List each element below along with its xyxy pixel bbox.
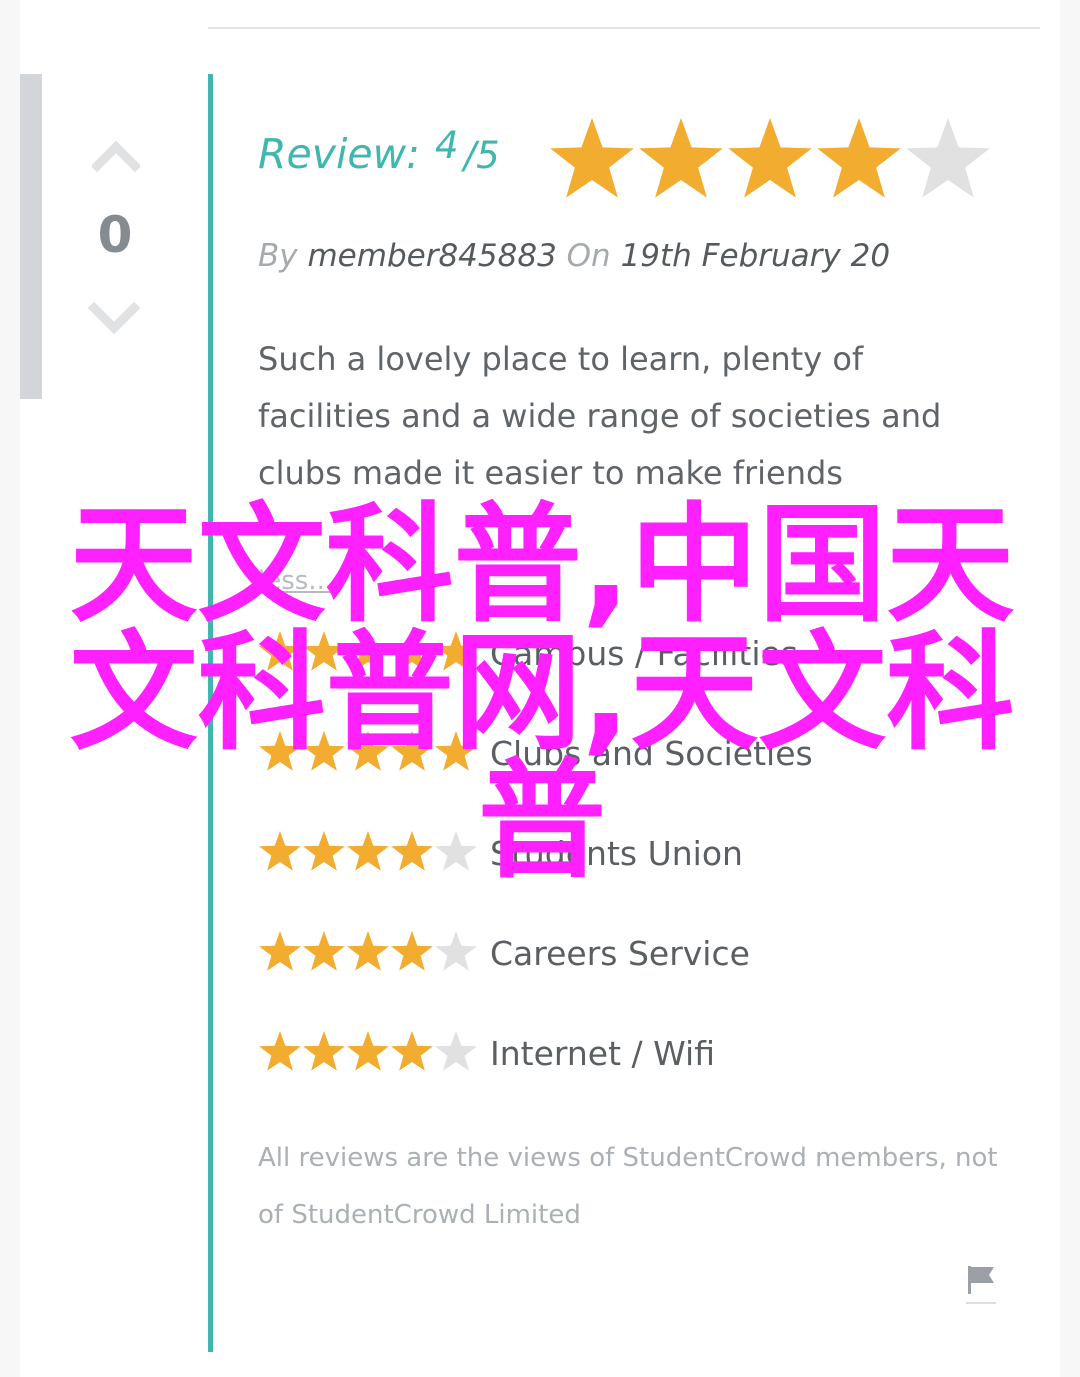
star-filled-icon	[347, 731, 389, 771]
category-label: Campus / Facilities	[490, 634, 798, 673]
overall-rating-stars	[550, 118, 990, 198]
category-rating-stars	[259, 931, 477, 971]
star-filled-icon	[347, 931, 389, 971]
star-filled-icon	[303, 731, 345, 771]
star-empty-icon	[435, 831, 477, 871]
star-filled-icon	[259, 731, 301, 771]
on-label: On	[566, 238, 611, 274]
star-filled-icon	[347, 631, 389, 671]
star-filled-icon	[303, 1031, 345, 1071]
review-score: 4	[435, 124, 459, 167]
star-filled-icon	[391, 931, 433, 971]
star-empty-icon	[906, 118, 990, 198]
star-filled-icon	[391, 631, 433, 671]
category-row: Careers Service	[258, 930, 958, 980]
category-label: Careers Service	[490, 934, 750, 973]
category-row: Campus / Facilities	[258, 630, 958, 680]
review-accent-line	[208, 74, 213, 1352]
star-filled-icon	[391, 831, 433, 871]
review-disclaimer: All reviews are the views of StudentCrow…	[258, 1143, 998, 1230]
review-author[interactable]: member845883	[307, 238, 556, 274]
star-filled-icon	[259, 1031, 301, 1071]
star-filled-icon	[435, 631, 477, 671]
review-label: Review:	[258, 130, 420, 178]
chevron-down-icon[interactable]	[88, 300, 140, 340]
chevron-up-icon[interactable]	[92, 138, 140, 174]
star-filled-icon	[259, 831, 301, 871]
star-filled-icon	[550, 118, 634, 198]
star-filled-icon	[347, 1031, 389, 1071]
star-filled-icon	[259, 631, 301, 671]
star-filled-icon	[391, 1031, 433, 1071]
star-filled-icon	[303, 931, 345, 971]
star-filled-icon	[817, 118, 901, 198]
category-row: Students Union	[258, 830, 958, 880]
category-rating-stars	[259, 631, 477, 671]
star-filled-icon	[347, 831, 389, 871]
vote-count: 0	[97, 206, 133, 264]
less-link[interactable]: less...	[258, 566, 333, 596]
category-row: Clubs and Societies	[258, 730, 958, 780]
category-label: Internet / Wifi	[490, 1034, 715, 1073]
category-label: Clubs and Societies	[490, 734, 813, 773]
category-rating-stars	[259, 1031, 477, 1071]
review-date: 19th February 20	[620, 238, 891, 274]
star-filled-icon	[639, 118, 723, 198]
star-empty-icon	[435, 931, 477, 971]
category-row: Internet / Wifi	[258, 1030, 958, 1080]
category-rating-stars	[259, 731, 477, 771]
category-rating-stars	[259, 831, 477, 871]
category-label: Students Union	[490, 834, 743, 873]
star-filled-icon	[259, 931, 301, 971]
by-label: By	[258, 238, 298, 274]
star-filled-icon	[435, 731, 477, 771]
star-filled-icon	[728, 118, 812, 198]
divider	[208, 27, 1040, 29]
star-filled-icon	[303, 831, 345, 871]
star-filled-icon	[391, 731, 433, 771]
review-score-heading: Review: 4 /5	[258, 120, 500, 180]
review-meta: By member845883 On 19th February 20	[258, 236, 890, 276]
vote-panel	[20, 74, 42, 399]
star-empty-icon	[435, 1031, 477, 1071]
star-filled-icon	[303, 631, 345, 671]
review-out-of: /5	[463, 134, 500, 177]
flag-icon[interactable]	[964, 1262, 998, 1306]
review-text: Such a lovely place to learn, plenty of …	[258, 340, 942, 492]
